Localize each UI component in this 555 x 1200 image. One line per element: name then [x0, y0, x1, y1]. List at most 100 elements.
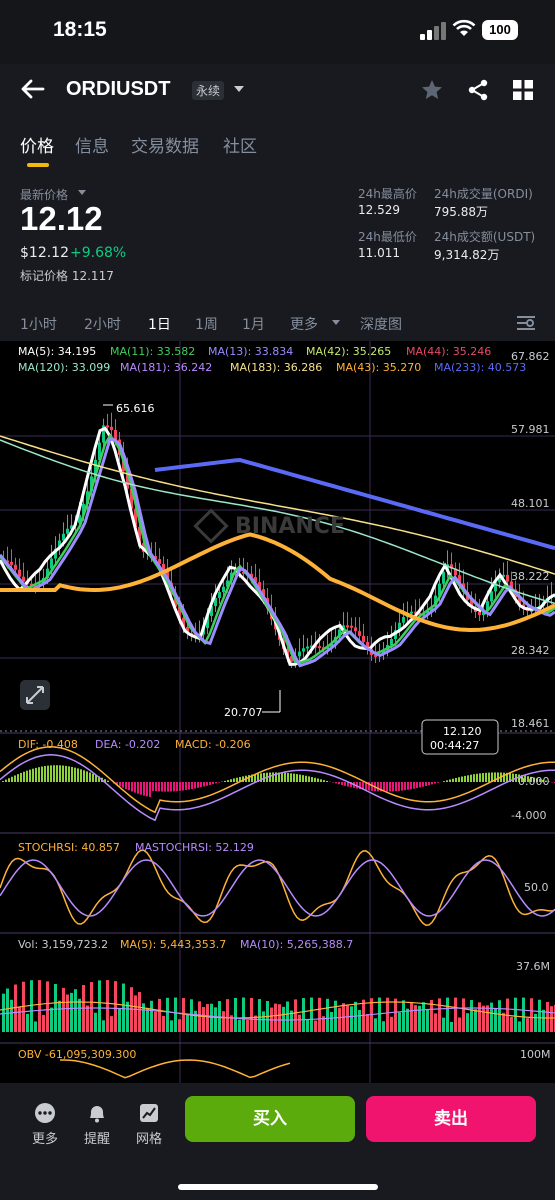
macd-histogram-bar	[305, 775, 307, 782]
macd-histogram-bar	[2, 781, 4, 782]
alert-button[interactable]: 提醒	[75, 1102, 119, 1147]
volume-bar	[38, 980, 41, 1032]
candlestick-chart[interactable]: BINANCE 65.616 20.707 12.120 00:44:27 67…	[0, 341, 555, 1083]
timeframe-1h[interactable]: 1小时	[20, 314, 57, 334]
candle-body	[442, 571, 445, 584]
usd-price: $12.12	[20, 245, 69, 261]
timeframe-2h[interactable]: 2小时	[84, 314, 121, 334]
macd-histogram-bar	[134, 782, 136, 793]
volume-bar	[242, 997, 245, 1032]
buy-button[interactable]: 买入	[185, 1096, 355, 1142]
macd-histogram-bar	[428, 782, 430, 786]
chart-canvas[interactable]: BINANCE 65.616 20.707 12.120 00:44:27 67…	[0, 341, 555, 1083]
macd-histogram-bar	[296, 774, 298, 782]
grid-label: 网格	[135, 1132, 162, 1147]
stochrsi-layer	[0, 849, 555, 926]
volume-bar	[262, 1011, 265, 1032]
volume-bar	[146, 1007, 149, 1032]
tab-info[interactable]: 信息	[75, 132, 109, 157]
volume-bar	[30, 980, 33, 1032]
macd-histogram-bar	[398, 782, 400, 791]
more-button[interactable]: 更多	[23, 1102, 67, 1147]
mark-price-label: 标记价格	[20, 269, 69, 283]
timeframe-1m[interactable]: 1月	[242, 314, 265, 334]
volume-bar	[214, 1007, 217, 1032]
tab-community[interactable]: 社区	[223, 132, 257, 157]
volume-bar	[222, 1011, 225, 1032]
timeframe-1w[interactable]: 1周	[195, 314, 218, 334]
macd-histogram-bar	[377, 782, 379, 792]
timeframe-1d[interactable]: 1日	[148, 314, 171, 334]
macd-histogram-bar	[407, 782, 409, 790]
more-dropdown-icon[interactable]	[332, 320, 340, 325]
volume-bar	[90, 982, 93, 1032]
volume-bar	[210, 1003, 213, 1032]
volume-bar	[114, 981, 117, 1032]
macd-histogram-bar	[59, 765, 61, 782]
volume-bar	[446, 997, 449, 1032]
macd-histogram-bar	[482, 773, 484, 782]
macd-histogram-bar	[485, 772, 487, 782]
sell-button[interactable]: 卖出	[366, 1096, 536, 1142]
volume-bar	[202, 1007, 205, 1032]
volume-bar	[466, 1013, 469, 1032]
macd-histogram-bar	[449, 779, 451, 782]
volume-bar	[226, 999, 229, 1032]
chart-settings-icon[interactable]	[516, 314, 536, 332]
volume-bar	[302, 998, 305, 1032]
grid-layout-icon[interactable]	[512, 79, 534, 101]
candle-body	[66, 528, 69, 534]
low-annotation: 20.707	[224, 706, 263, 719]
ma-legend-item: MA(5): 34.195	[18, 345, 96, 358]
amount-24h-label: 24h成交额(USDT)	[434, 230, 536, 244]
macd-histogram-bar	[386, 782, 388, 792]
volume-bar	[354, 1001, 357, 1032]
macd-histogram-bar	[14, 775, 16, 782]
candle-body	[218, 592, 221, 598]
macd-histogram-bar	[179, 782, 181, 791]
volume-bar	[510, 1017, 513, 1032]
timeframe-more[interactable]: 更多	[290, 314, 318, 334]
grid-trading-button[interactable]: 网格	[127, 1102, 171, 1147]
candle-body	[490, 591, 493, 602]
macd-histogram-bar	[197, 782, 199, 788]
macd-histogram-bar	[38, 767, 40, 782]
volume-bar	[154, 1011, 157, 1032]
stoch-axis-label: 50.0	[524, 881, 549, 894]
axis-label: 57.981	[511, 423, 550, 436]
timeframe-depth[interactable]: 深度图	[360, 314, 402, 334]
candle-body	[14, 564, 17, 570]
ma-legend-item: MA(42): 35.265	[306, 345, 391, 358]
macd-histogram-bar	[158, 782, 160, 792]
macd-histogram-bar	[65, 765, 67, 782]
macd-histogram-bar	[71, 766, 73, 782]
volume-bar	[66, 994, 69, 1032]
symbol-dropdown-caret-icon[interactable]	[234, 86, 244, 92]
fullscreen-expand-icon[interactable]	[20, 680, 50, 710]
volume-bar	[6, 988, 9, 1032]
symbol-title[interactable]: ORDIUSDT	[66, 78, 170, 101]
back-arrow-icon[interactable]	[20, 77, 46, 101]
volume-bar	[386, 997, 389, 1032]
ma233-line	[154, 457, 555, 551]
obv-value: OBV -61,095,309.300	[18, 1048, 136, 1061]
macd-histogram-bar	[164, 782, 166, 792]
latest-price-dropdown-icon[interactable]	[78, 190, 86, 195]
macd-dea-line	[0, 754, 555, 822]
macd-histogram-bar	[389, 782, 391, 792]
star-favorite-icon[interactable]	[420, 78, 444, 102]
volume-bar	[158, 998, 161, 1032]
ma-legend-item: MA(44): 35.246	[406, 345, 491, 358]
tooltip-countdown: 00:44:27	[430, 739, 479, 752]
candle-body	[110, 426, 113, 431]
macd-histogram-bar	[8, 778, 10, 782]
candle-body	[298, 651, 301, 657]
volume-bar	[338, 1008, 341, 1032]
macd-histogram-bar	[311, 777, 313, 782]
tab-price[interactable]: 价格	[20, 132, 54, 157]
share-icon[interactable]	[466, 78, 490, 102]
tab-trading-data[interactable]: 交易数据	[131, 132, 199, 157]
macd-histogram-bar	[233, 778, 235, 782]
volume-bar	[234, 997, 237, 1032]
axis-label: 18.461	[511, 717, 550, 730]
